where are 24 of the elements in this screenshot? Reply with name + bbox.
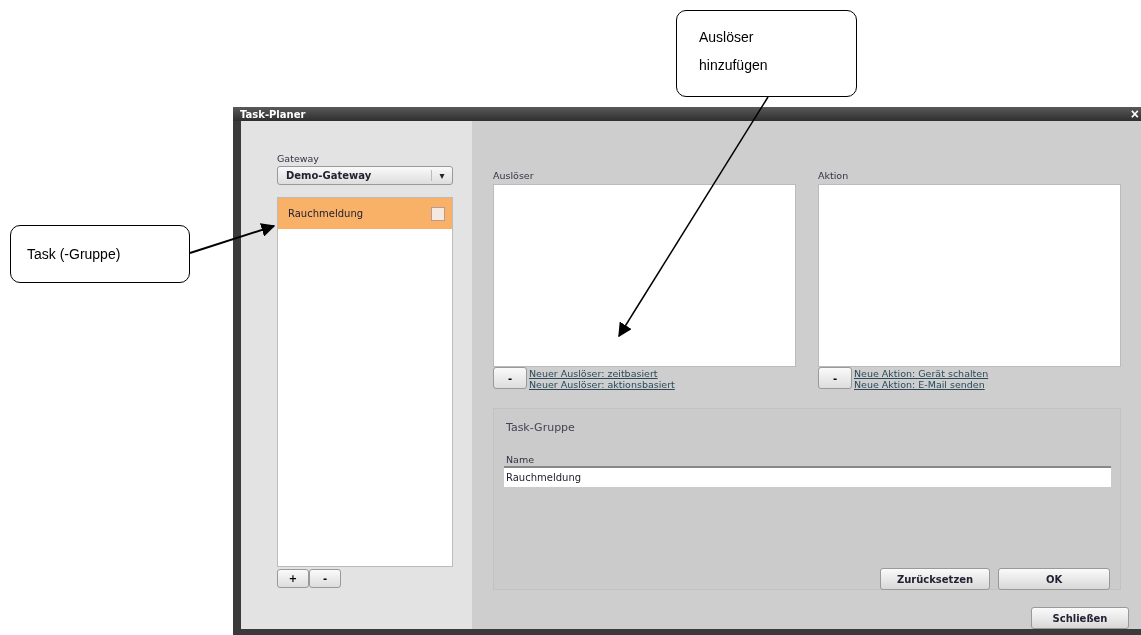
window-title: Task-Planer	[240, 108, 306, 120]
gateway-dropdown[interactable]: Demo-Gateway ▾	[277, 166, 453, 185]
remove-button[interactable]: -	[493, 367, 527, 389]
name-field[interactable]: Rauchmeldung	[504, 466, 1111, 487]
remove-button[interactable]: -	[818, 367, 852, 389]
checkbox[interactable]	[431, 206, 445, 221]
gateway-label: Gateway	[277, 153, 320, 165]
link[interactable]: Neue Aktion: Gerät schalten	[854, 368, 989, 379]
name-label: Name	[506, 454, 536, 466]
link[interactable]: Neuer Auslöser: zeitbasiert	[529, 368, 675, 379]
task-item[interactable]: Rauchmeldung	[278, 198, 452, 229]
callout-box: Auslöser hinzufügen	[676, 10, 857, 97]
dialog-button[interactable]: OK	[998, 568, 1110, 590]
group-title: Task-Gruppe	[506, 421, 576, 434]
close-dialog-button[interactable]: Schließen	[1031, 607, 1129, 629]
list-label: Auslöser	[493, 170, 535, 182]
dialog-button[interactable]: Zurücksetzen	[880, 568, 990, 590]
callout-box: Task (-Gruppe)	[10, 225, 190, 283]
link[interactable]: Neuer Auslöser: aktionsbasiert	[529, 379, 675, 390]
list-button[interactable]: -	[309, 569, 341, 588]
list-label: Aktion	[818, 170, 850, 182]
list-button[interactable]: +	[277, 569, 309, 588]
link[interactable]: Neue Aktion: E-Mail senden	[854, 379, 989, 390]
close-button[interactable]: ×	[1128, 107, 1141, 121]
